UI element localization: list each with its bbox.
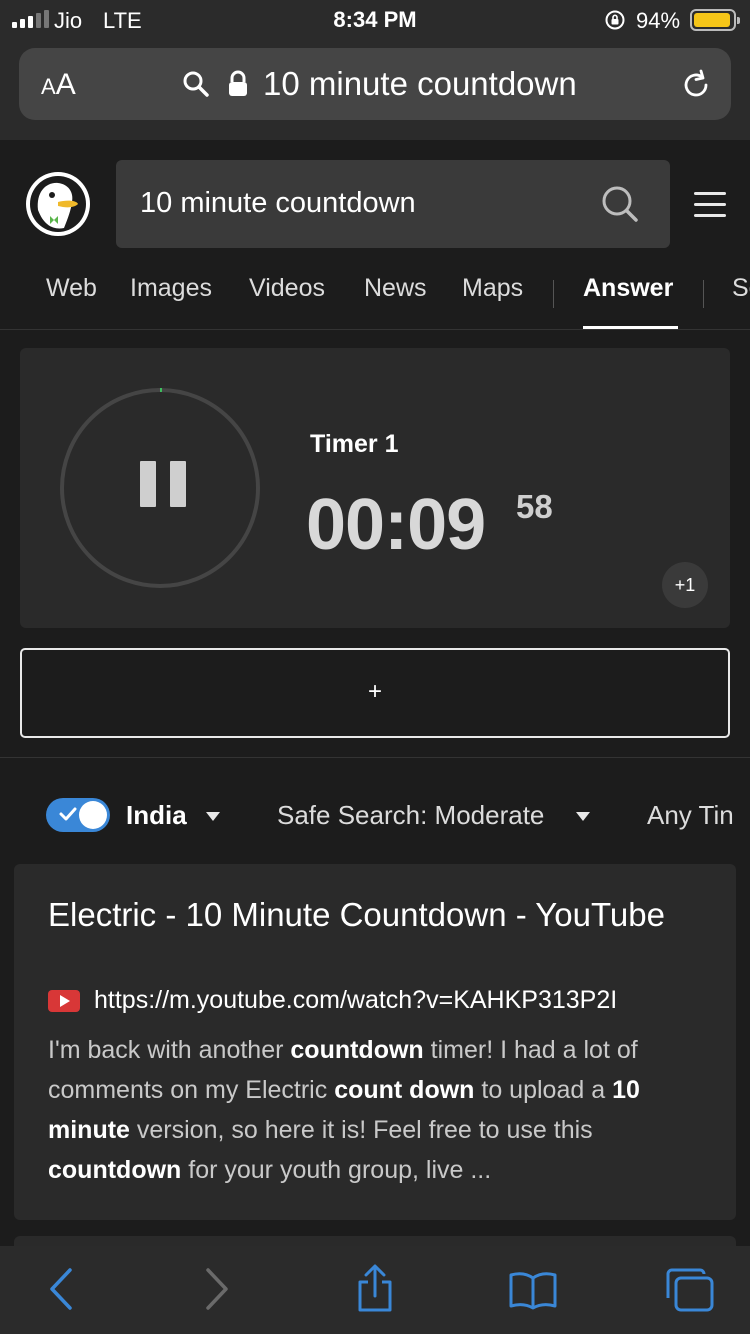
tab-divider [703,280,704,308]
search-icon[interactable] [600,184,640,224]
snippet-keyword: count down [334,1076,475,1104]
time-filter-dropdown[interactable]: Any Tin [647,800,734,831]
safe-search-dropdown[interactable]: Safe Search: Moderate [277,800,544,831]
search-query[interactable]: 10 minute countdown [140,187,416,220]
search-filters: India Safe Search: Moderate Any Tin [0,778,750,854]
tab-maps[interactable]: Maps [462,274,523,303]
browser-chrome: Jio LTE 8:34 PM 94% AA 10 minute countdo… [0,0,750,140]
snippet-text: to upload a [474,1076,613,1104]
search-type-tabs: Web Images Videos News Maps Answer Se [0,272,750,330]
checkmark-icon [59,807,77,821]
active-tab-indicator [583,326,678,329]
snippet-keyword: countdown [290,1036,424,1064]
status-bar: Jio LTE 8:34 PM 94% [0,0,750,42]
address-text[interactable]: 10 minute countdown [263,65,577,103]
rotation-lock-icon [605,10,625,30]
timer-time: 00:09 [306,485,486,565]
result-url[interactable]: https://m.youtube.com/watch?v=KAHKP313P2… [94,986,617,1015]
result-title-link[interactable]: Electric - 10 Minute Countdown - YouTube [48,894,708,936]
tab-answer[interactable]: Answer [583,274,673,303]
timer-card: Timer 1 00:09 58 +1 [20,348,730,628]
chevron-down-icon[interactable] [206,812,220,821]
address-bar[interactable]: AA 10 minute countdown [19,48,731,120]
timer-answer: Timer 1 00:09 58 +1 + [0,330,750,758]
tab-web[interactable]: Web [46,274,97,303]
forward-icon[interactable] [200,1266,234,1312]
tab-news[interactable]: News [364,274,427,303]
battery-percent: 94% [636,8,681,33]
youtube-icon [48,990,80,1012]
duckduckgo-logo[interactable] [24,170,92,238]
hamburger-menu-icon[interactable] [694,192,726,218]
region-dropdown[interactable]: India [126,800,187,831]
snippet-text: for your youth group, live ... [181,1156,492,1184]
reload-icon[interactable] [679,68,713,102]
timer-label: Timer 1 [310,430,399,458]
text-size-button[interactable]: AA [41,68,76,102]
chevron-down-icon[interactable] [576,812,590,821]
tabs-icon[interactable] [664,1266,716,1314]
snippet-keyword: countdown [48,1156,182,1184]
result-snippet: I'm back with another countdown timer! I… [48,1030,708,1190]
pause-button[interactable] [138,461,188,507]
battery-icon [690,9,740,31]
snippet-text: I'm back with another [48,1036,291,1064]
browser-toolbar [0,1246,750,1334]
tab-images[interactable]: Images [130,274,212,303]
back-icon[interactable] [44,1266,78,1312]
timer-centiseconds: 58 [516,488,553,525]
search-input[interactable]: 10 minute countdown [116,160,670,248]
share-icon[interactable] [354,1264,396,1314]
tab-divider [553,280,554,308]
region-toggle[interactable] [46,798,110,832]
add-minute-button[interactable]: +1 [662,562,708,608]
tab-videos[interactable]: Videos [249,274,325,303]
snippet-text: version, so here it is! Feel free to use… [129,1116,593,1144]
bookmarks-icon[interactable] [508,1270,558,1310]
search-header: 10 minute countdown Web Images Videos Ne… [0,140,750,330]
search-result: Electric - 10 Minute Countdown - YouTube… [14,864,736,1220]
add-timer-button[interactable]: + [20,648,730,738]
lock-icon [229,70,247,96]
search-icon [183,71,209,97]
tab-settings[interactable]: Se [732,274,750,303]
